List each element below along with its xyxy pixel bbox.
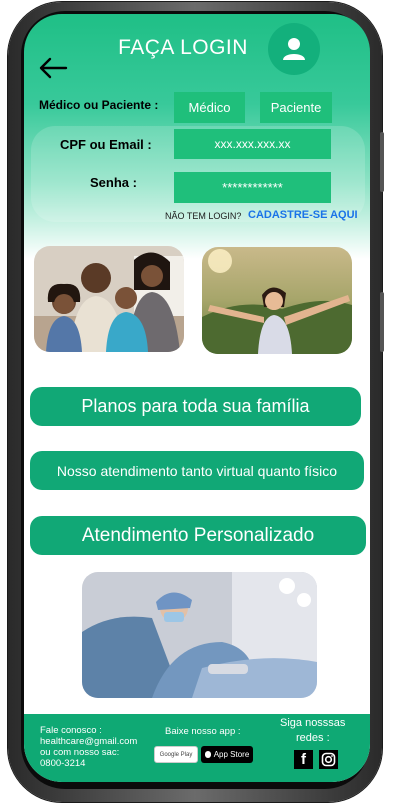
app-store-label: App Store: [213, 750, 250, 759]
sac-phone: 0800-3214: [40, 758, 86, 769]
page-title: FAÇA LOGIN: [118, 36, 248, 59]
role-label: Médico ou Paciente :: [39, 98, 159, 112]
social-label-2: redes :: [296, 732, 330, 744]
no-login-text: NÃO TEM LOGIN?: [165, 211, 242, 221]
arrow-left-icon: [39, 57, 68, 79]
service-banner: Nosso atendimento tanto virtual quanto f…: [30, 451, 364, 490]
role-medico-button[interactable]: Médico: [174, 92, 245, 123]
google-play-label: Google Play: [159, 751, 193, 758]
social-label-1: Siga nosssas: [280, 717, 346, 729]
personalized-banner: Atendimento Personalizado: [30, 516, 366, 555]
contact-label: Fale conosco :: [40, 725, 102, 736]
phone-side-button: [380, 292, 384, 352]
back-button[interactable]: [36, 54, 70, 82]
instagram-button[interactable]: [319, 750, 338, 769]
footer: Fale conosco : healthcare@gmail.com ou c…: [24, 714, 370, 782]
cpf-label: CPF ou Email :: [60, 137, 152, 152]
app-store-button[interactable]: App Store: [201, 746, 253, 763]
user-icon: [283, 38, 305, 60]
role-paciente-button[interactable]: Paciente: [260, 92, 332, 123]
phone-side-button: [380, 132, 384, 192]
app-screen: FAÇA LOGIN Médico ou Paciente : Médico P…: [24, 14, 370, 782]
instagram-icon: [321, 752, 336, 767]
surgery-photo: [82, 572, 317, 698]
facebook-button[interactable]: f: [294, 750, 313, 769]
signup-link[interactable]: CADASTRE-SE AQUI: [248, 209, 358, 221]
apple-icon: [204, 751, 211, 758]
cpf-email-input[interactable]: [174, 129, 331, 159]
password-label: Senha :: [90, 175, 137, 190]
sac-label: ou com nosso sac:: [40, 747, 120, 758]
plans-banner: Planos para toda sua família: [30, 387, 361, 426]
facebook-icon: f: [301, 751, 306, 768]
woman-outdoors-photo: [202, 247, 352, 354]
contact-email[interactable]: healthcare@gmail.com: [40, 736, 137, 747]
download-label: Baixe nosso app :: [165, 726, 241, 737]
password-input[interactable]: [174, 172, 331, 203]
google-play-button[interactable]: Google Play: [154, 746, 198, 763]
user-avatar-button[interactable]: [268, 23, 320, 75]
family-photo: [34, 246, 184, 352]
